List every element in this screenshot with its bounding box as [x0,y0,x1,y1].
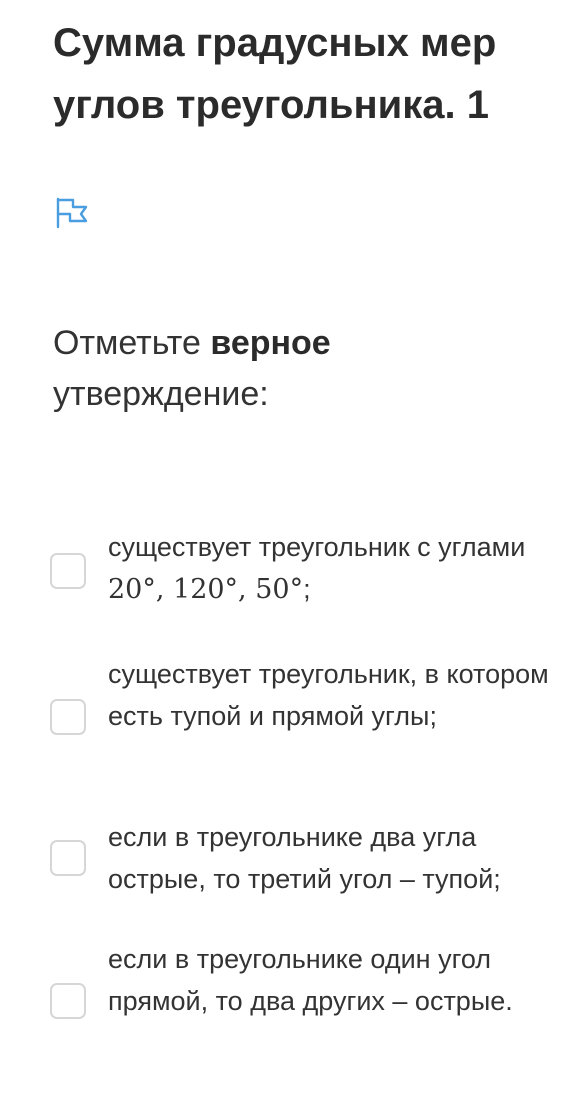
question-emphasis: верное [210,324,331,362]
answer-option-2[interactable]: существует треугольник, в котором есть т… [50,654,560,784]
question-prefix: Отметьте [53,324,211,362]
question-suffix: утверждение: [53,375,269,413]
answer-text-end: ; [303,573,311,604]
answer-checkbox[interactable] [50,553,86,589]
answer-option-3[interactable]: если в треугольнике два угла острые, то … [50,817,560,907]
flag-icon[interactable] [55,197,89,229]
answer-checkbox[interactable] [50,699,86,735]
answer-checkbox[interactable] [50,840,86,876]
answer-math: 20°, 120°, 50° [108,573,304,605]
answer-option-label: существует треугольник с углами 20°, 120… [108,527,568,610]
answer-option-4[interactable]: если в треугольнике один угол прямой, то… [50,939,560,1069]
answer-option-label: если в треугольнике два угла острые, то … [108,822,501,894]
answer-option-1[interactable]: существует треугольник с углами 20°, 120… [50,527,560,617]
question-prompt: Отметьте верное утверждение: [53,318,533,420]
answer-text: существует треугольник с углами [108,532,526,562]
answer-option-label: если в треугольнике один угол прямой, то… [108,944,513,1016]
answer-checkbox[interactable] [50,983,86,1019]
answer-option-label: существует треугольник, в котором есть т… [108,659,549,731]
page-title: Сумма градусных мер углов треугольника. … [53,21,497,127]
